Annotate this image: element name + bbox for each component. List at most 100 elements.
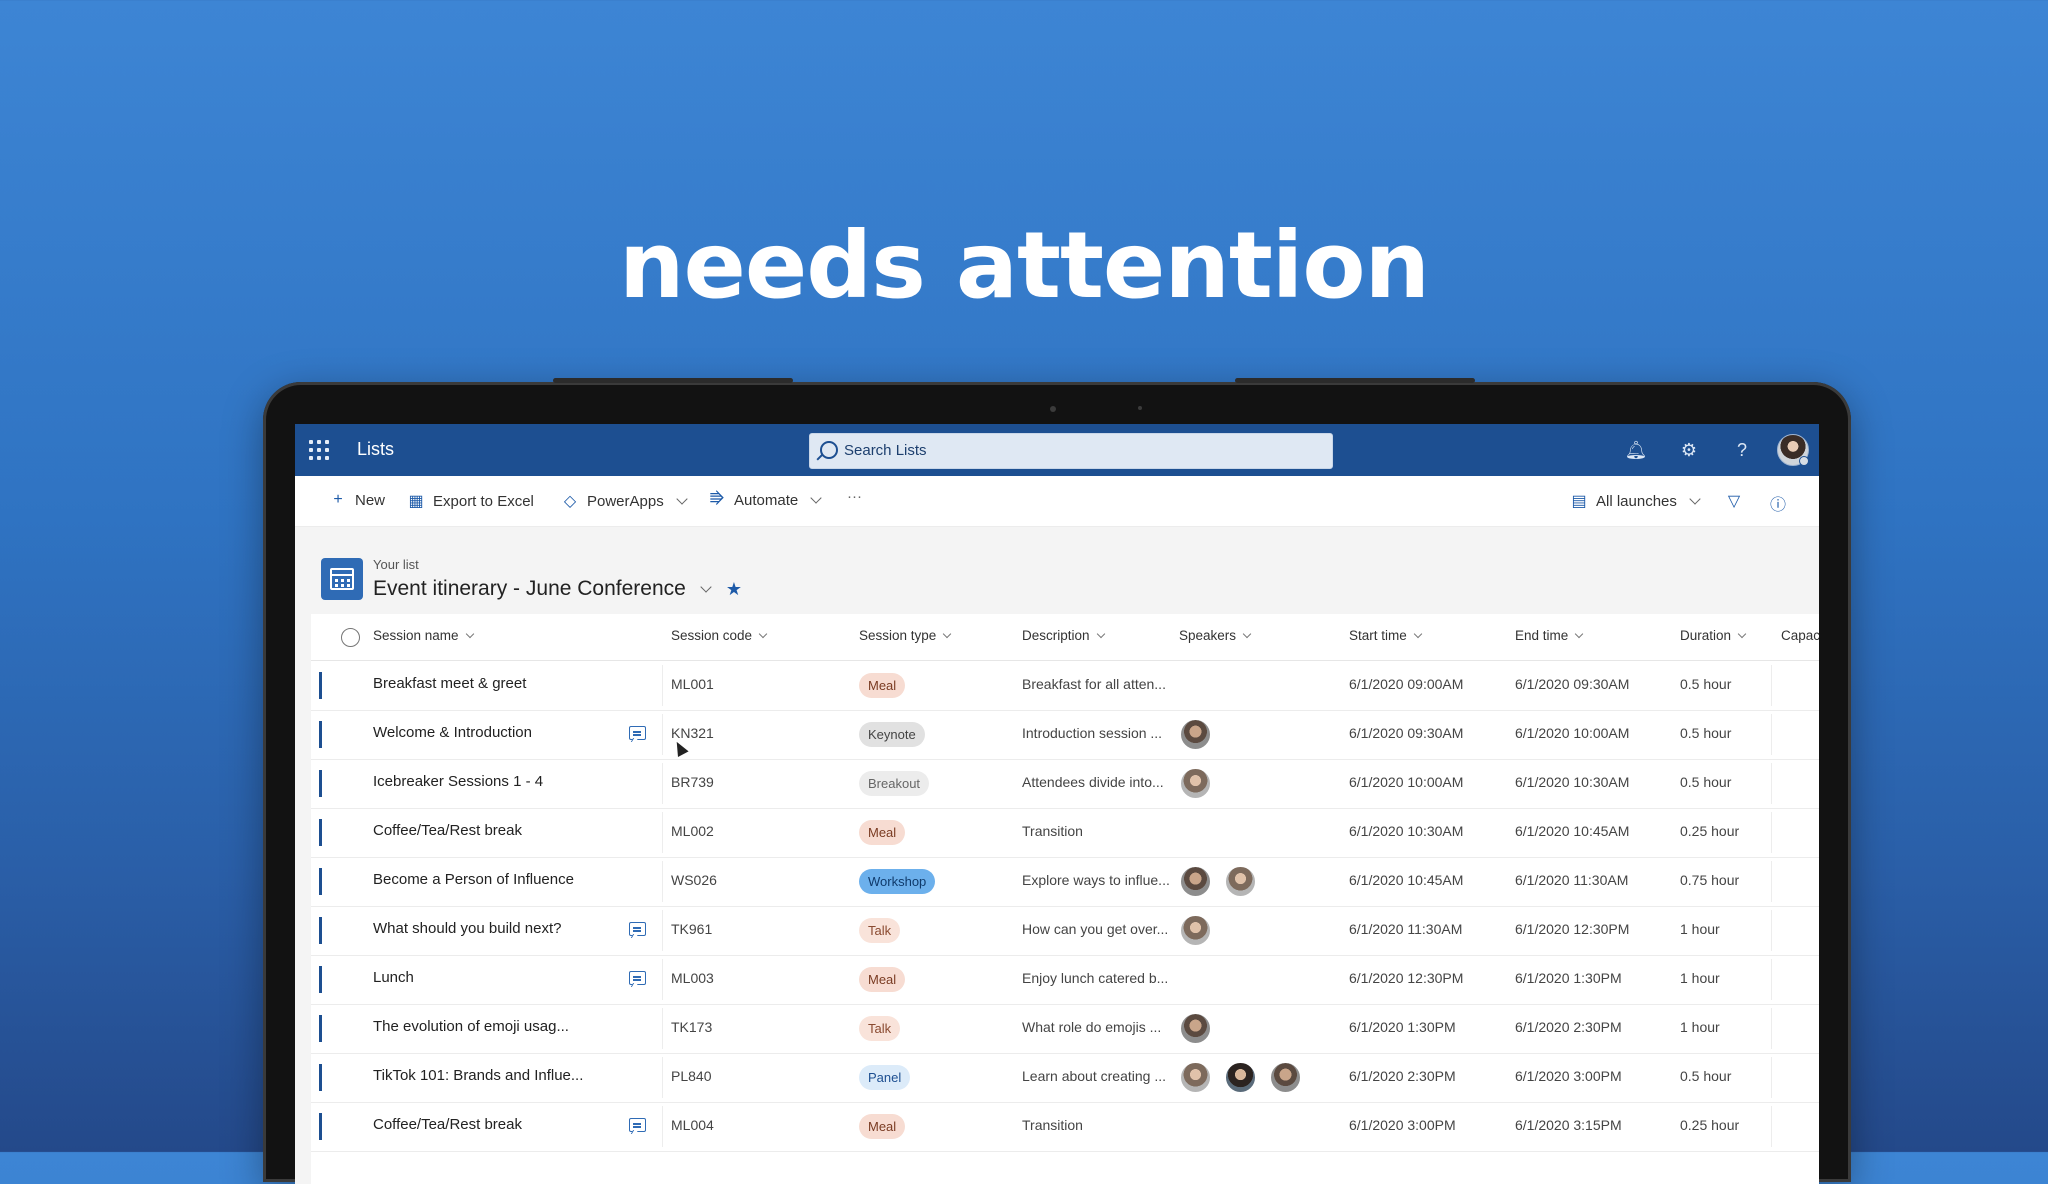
speaker-avatar[interactable]	[1179, 1061, 1212, 1094]
session-name-cell[interactable]: Become a Person of Influence	[373, 871, 574, 888]
speaker-avatar[interactable]	[1179, 1012, 1212, 1045]
select-all-checkbox[interactable]	[341, 628, 360, 647]
new-button[interactable]: + New	[329, 491, 385, 509]
table-row[interactable]: TikTok 101: Brands and Influe... PL840 Pan…	[311, 1053, 1819, 1103]
duration-cell: 0.5 hour	[1680, 676, 1732, 692]
session-name-cell[interactable]: Welcome & Introduction	[373, 724, 532, 741]
speaker-avatar[interactable]	[1179, 914, 1212, 947]
end-time-cell: 6/1/2020 12:30PM	[1515, 921, 1630, 937]
session-name-cell[interactable]: The evolution of emoji usag...	[373, 1018, 569, 1035]
chevron-down-icon	[1413, 629, 1423, 638]
session-name-cell[interactable]: What should you build next?	[373, 920, 561, 937]
duration-cell: 1 hour	[1680, 970, 1720, 986]
app-launcher-icon[interactable]	[309, 440, 329, 460]
bell-icon[interactable]: 🔔︎	[1624, 438, 1648, 462]
description-cell: Attendees divide into...	[1022, 774, 1164, 790]
favorite-star-icon[interactable]: ★	[726, 579, 742, 600]
chevron-down-icon	[465, 629, 474, 638]
column-header-session-code[interactable]: Session code	[671, 628, 768, 643]
table-row[interactable]: Coffee/Tea/Rest break ML004 Meal Transition…	[311, 1102, 1819, 1152]
search-input[interactable]: Search Lists	[809, 433, 1333, 469]
table-row[interactable]: Coffee/Tea/Rest break ML002 Meal Transition…	[311, 808, 1819, 858]
view-selector[interactable]: ▤ All launches	[1570, 491, 1701, 511]
powerapps-label: PowerApps	[587, 492, 664, 510]
chevron-down-icon	[810, 492, 822, 504]
column-header-session-type[interactable]: Session type	[859, 628, 952, 643]
column-header-speakers[interactable]: Speakers	[1179, 628, 1252, 643]
duration-cell: 0.5 hour	[1680, 1068, 1732, 1084]
table-row[interactable]: The evolution of emoji usag... TK173 Talk W…	[311, 1004, 1819, 1054]
gear-icon[interactable]: ⚙	[1677, 438, 1701, 462]
info-button[interactable]: ⓘ	[1769, 491, 1787, 515]
column-header-duration[interactable]: Duration	[1680, 628, 1747, 643]
filter-button[interactable]: ▽	[1725, 491, 1743, 511]
automate-button[interactable]: ⭆ Automate	[708, 491, 822, 509]
plus-icon: +	[333, 491, 343, 508]
session-name-cell[interactable]: Coffee/Tea/Rest break	[373, 822, 522, 839]
speaker-avatar[interactable]	[1224, 1061, 1257, 1094]
column-label: Description	[1022, 628, 1090, 643]
session-name-cell[interactable]: Coffee/Tea/Rest break	[373, 1116, 522, 1133]
laptop-hinge-left	[553, 378, 793, 383]
export-button[interactable]: ▦ Export to Excel	[407, 491, 533, 511]
session-type-badge: Meal	[859, 820, 906, 845]
column-divider	[1771, 714, 1772, 755]
table-row[interactable]: Lunch ML003 Meal Enjoy lunch catered b... 6/…	[311, 955, 1819, 1005]
speaker-avatar[interactable]	[1179, 718, 1212, 751]
app-bar: Lists Search Lists 🔔︎ ⚙ ?	[295, 424, 1819, 476]
comment-icon[interactable]	[629, 971, 646, 985]
search-icon	[820, 441, 838, 459]
speaker-avatar[interactable]	[1179, 767, 1212, 800]
table-row[interactable]: Become a Person of Influence WS026 Worksho…	[311, 857, 1819, 907]
session-type-badge: Talk	[859, 1016, 901, 1041]
column-divider	[1771, 763, 1772, 804]
more-button[interactable]: ···	[847, 488, 862, 505]
session-name-cell[interactable]: Lunch	[373, 969, 414, 986]
table-row[interactable]: Welcome & Introduction KN321 Keynote Introd…	[311, 710, 1819, 760]
column-label: Session name	[373, 628, 459, 643]
start-time-cell: 6/1/2020 10:30AM	[1349, 823, 1464, 839]
column-header-session-name[interactable]: Session name	[373, 628, 474, 643]
headline: needs attention	[618, 212, 1430, 319]
app-title[interactable]: Lists	[357, 439, 394, 460]
duration-cell: 1 hour	[1680, 921, 1720, 937]
comment-icon[interactable]	[629, 922, 646, 936]
comment-icon[interactable]	[629, 1118, 646, 1132]
camera-icon	[1050, 406, 1056, 412]
start-time-cell: 6/1/2020 10:00AM	[1349, 774, 1464, 790]
speaker-avatar[interactable]	[1179, 865, 1212, 898]
session-type-badge: Panel	[859, 1065, 911, 1090]
list-title[interactable]: Event itinerary - June Conference ★	[373, 577, 742, 601]
column-divider	[1771, 1008, 1772, 1049]
session-name-cell[interactable]: Icebreaker Sessions 1 - 4	[373, 773, 543, 790]
session-type-badge: Workshop	[859, 869, 936, 894]
description-cell: Explore ways to influe...	[1022, 872, 1170, 888]
chevron-down-icon	[676, 493, 688, 505]
session-name-cell[interactable]: TikTok 101: Brands and Influe...	[373, 1067, 583, 1084]
column-header-end-time[interactable]: End time	[1515, 628, 1584, 643]
end-time-cell: 6/1/2020 11:30AM	[1515, 872, 1629, 888]
row-accent-bar	[319, 966, 322, 993]
column-header-start-time[interactable]: Start time	[1349, 628, 1423, 643]
excel-icon: ▦	[408, 493, 424, 510]
table-row[interactable]: Icebreaker Sessions 1 - 4 BR739 Breakout At…	[311, 759, 1819, 809]
speaker-avatar[interactable]	[1269, 1061, 1302, 1094]
session-name-cell[interactable]: Breakfast meet & greet	[373, 675, 526, 692]
powerapps-button[interactable]: ◇ PowerApps	[561, 491, 688, 511]
speaker-avatar[interactable]	[1224, 865, 1257, 898]
table-row[interactable]: Breakfast meet & greet ML001 Meal Breakfast…	[311, 661, 1819, 711]
help-icon[interactable]: ?	[1730, 438, 1754, 462]
column-label: Session type	[859, 628, 937, 643]
chevron-down-icon	[943, 629, 952, 638]
column-header-description[interactable]: Description	[1022, 628, 1105, 643]
table-row[interactable]: What should you build next? TK961 Talk How …	[311, 906, 1819, 956]
column-header-capacity[interactable]: Capacity	[1781, 628, 1819, 643]
column-divider	[1771, 861, 1772, 902]
comment-icon[interactable]	[629, 726, 646, 740]
chevron-down-icon[interactable]	[700, 581, 712, 593]
column-divider	[662, 665, 663, 706]
column-divider	[662, 1008, 663, 1049]
start-time-cell: 6/1/2020 10:45AM	[1349, 872, 1464, 888]
chevron-down-icon	[1096, 629, 1105, 638]
filter-icon: ▽	[1727, 493, 1741, 510]
